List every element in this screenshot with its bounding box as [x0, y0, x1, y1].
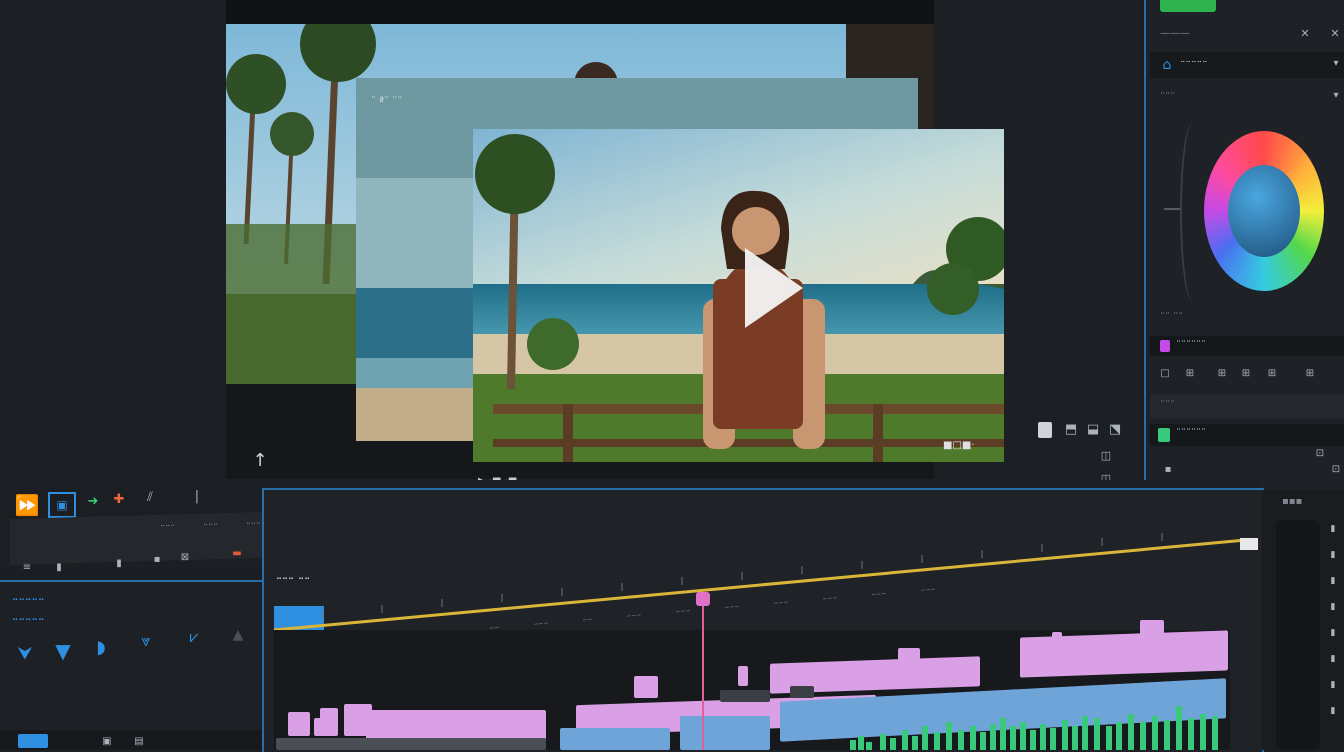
toolbar-green-icon[interactable]: ➜ — [84, 492, 102, 510]
clip-pink-8[interactable] — [738, 666, 748, 686]
meter-icon-b[interactable]: ▮ — [1326, 548, 1340, 562]
meter-icon-f[interactable]: ▮ — [1326, 652, 1340, 666]
preview-frame-front[interactable]: ■□■· — [473, 129, 1004, 462]
row-icon-e[interactable]: ⊞ — [1262, 366, 1282, 380]
small-icon-a[interactable]: ≡ — [20, 560, 34, 574]
toolbar-cut-icon[interactable]: ⫽ — [140, 488, 160, 506]
left-icon-b[interactable]: ▼ — [52, 639, 74, 663]
row-icon-h[interactable]: ▪ — [1160, 462, 1176, 476]
row-icon-g[interactable]: ⊡ — [1310, 446, 1330, 460]
tool-icon-d[interactable]: ◫ — [1098, 447, 1114, 463]
green-swatch — [1158, 428, 1170, 442]
tool-icon-c[interactable]: ⬔ — [1106, 420, 1124, 438]
left-icon-c[interactable]: ◗ — [90, 636, 112, 658]
meter-icon-c[interactable]: ▮ — [1326, 574, 1340, 588]
row-icon-d[interactable]: ⊞ — [1236, 366, 1256, 380]
pink-row-label: ¨¨¨¨¨¨ — [1176, 340, 1206, 351]
ruler-mark-10: ¨¨¨ — [871, 592, 887, 605]
row-icon-b[interactable]: ⊞ — [1180, 366, 1200, 380]
tool-icon-a[interactable]: ⬒ — [1062, 420, 1080, 438]
meter-icon-d[interactable]: ▮ — [1326, 600, 1340, 614]
toolbar-item-1[interactable]: ¨¨¨ — [203, 523, 218, 545]
toolbar-play-icon[interactable]: ⏩ — [12, 492, 42, 518]
tool-icon-b[interactable]: ⬓ — [1084, 420, 1102, 438]
toolbar-orange-icon[interactable]: ✚ — [110, 490, 128, 508]
green-row-label: ¨¨¨¨¨¨ — [1176, 428, 1206, 439]
small-icon-b[interactable]: ▮ — [52, 560, 66, 574]
meter-label: ▪▪▪ — [1282, 496, 1303, 507]
clip-blue-1[interactable] — [560, 728, 670, 750]
right-top-label: ——— — [1160, 28, 1190, 39]
clip-dark-1[interactable] — [720, 690, 770, 702]
collapse-icon[interactable]: ▾ — [1330, 56, 1342, 70]
right-panel-title: ¨¨¨¨¨ — [1180, 59, 1208, 72]
preview-top-bar — [226, 0, 934, 24]
left-bottom-icon-c[interactable]: ▤ — [130, 734, 148, 748]
ruler-mark-6: ¨¨¨ — [675, 609, 691, 622]
export-button[interactable] — [1160, 0, 1216, 12]
preview-bottom-right-label: ■□■· — [943, 440, 975, 451]
clip-pink-12[interactable] — [1052, 632, 1062, 650]
clip-dark-2[interactable] — [790, 686, 814, 698]
clip-pink-5[interactable] — [366, 710, 546, 740]
page-icon[interactable] — [1038, 422, 1052, 438]
left-icon-a[interactable]: ⮟ — [14, 642, 36, 664]
left-bottom-icon-b[interactable]: ▣ — [98, 734, 116, 748]
small-icon-d[interactable]: ▪ — [150, 552, 164, 566]
play-icon[interactable] — [733, 242, 813, 334]
meter-icon-h[interactable]: ▮ — [1326, 704, 1340, 718]
close-icon[interactable]: ✕ — [1298, 26, 1312, 40]
small-icon-c[interactable]: ▮ — [112, 556, 126, 570]
clip-pink-13[interactable] — [1140, 620, 1164, 640]
left-panel-label-1: ¨¨¨¨¨ — [12, 598, 45, 613]
close-icon-2[interactable]: ✕ — [1328, 26, 1342, 40]
ruler-mark-9: ¨¨¨ — [822, 596, 838, 610]
ruler-mark-8: ¨¨¨ — [773, 601, 789, 614]
left-icon-d[interactable]: ⩔ — [134, 630, 158, 652]
clip-pink-10[interactable] — [898, 648, 920, 668]
right-row-1: ¨¨¨ — [1160, 92, 1175, 103]
ruler-mark-7: ¨¨¨ — [724, 605, 740, 618]
row-icon-i[interactable]: ⊡ — [1330, 462, 1342, 476]
ruler-mark-11: ¨¨¨ — [920, 588, 936, 601]
playhead-line — [702, 600, 704, 750]
pink-swatch — [1160, 340, 1170, 352]
meter-icon-a[interactable]: ▮ — [1326, 522, 1340, 536]
clip-pink-7[interactable] — [634, 676, 658, 698]
row-icon-a[interactable]: □ — [1158, 366, 1172, 380]
panel-header-icon: ⌂ — [1162, 57, 1172, 73]
playhead-handle[interactable] — [696, 592, 710, 606]
meter-icon-e[interactable]: ▮ — [1326, 626, 1340, 640]
meter-icon-g[interactable]: ▮ — [1326, 678, 1340, 692]
row-icon-f[interactable]: ⊞ — [1300, 366, 1320, 380]
small-icon-e[interactable]: ⊠ — [178, 550, 192, 564]
clip-pink-3[interactable] — [320, 708, 338, 736]
wheel-slider-tick[interactable] — [1164, 208, 1180, 210]
toolbar-box-icon[interactable]: ▣ — [48, 492, 76, 518]
middle-frame-label: ¨ ª¨ ¨¨ — [371, 96, 403, 107]
clip-pink-1[interactable] — [288, 712, 310, 736]
clip-blue-2[interactable] — [680, 716, 770, 750]
audio-waveform[interactable] — [850, 696, 1230, 750]
left-panel-label-2: ¨¨¨¨¨ — [12, 618, 45, 633]
arrow-up-icon[interactable]: ↑ — [248, 448, 272, 472]
left-bottom-icon-a[interactable] — [18, 734, 48, 748]
small-icon-f[interactable]: ▬ — [230, 546, 244, 560]
toolbar-item-0[interactable]: ¨¨¨ — [160, 524, 175, 546]
right-row-2: ¨¨ ¨¨ — [1160, 312, 1184, 323]
left-icon-e[interactable]: ⩗ — [182, 626, 206, 648]
right-row-3-bg — [1150, 394, 1344, 418]
meter-bar — [1276, 520, 1320, 750]
toolbar-divider-icon: | — [194, 488, 200, 504]
collapse-icon-2[interactable]: ▾ — [1330, 88, 1342, 102]
clip-gray-1[interactable] — [276, 738, 546, 750]
wheel-arc — [1180, 122, 1206, 302]
right-row-3: ¨¨¨ — [1160, 400, 1175, 411]
row-icon-c[interactable]: ⊞ — [1212, 366, 1232, 380]
left-icon-f[interactable]: ▲ — [226, 624, 250, 646]
color-wheel-center — [1228, 165, 1300, 257]
